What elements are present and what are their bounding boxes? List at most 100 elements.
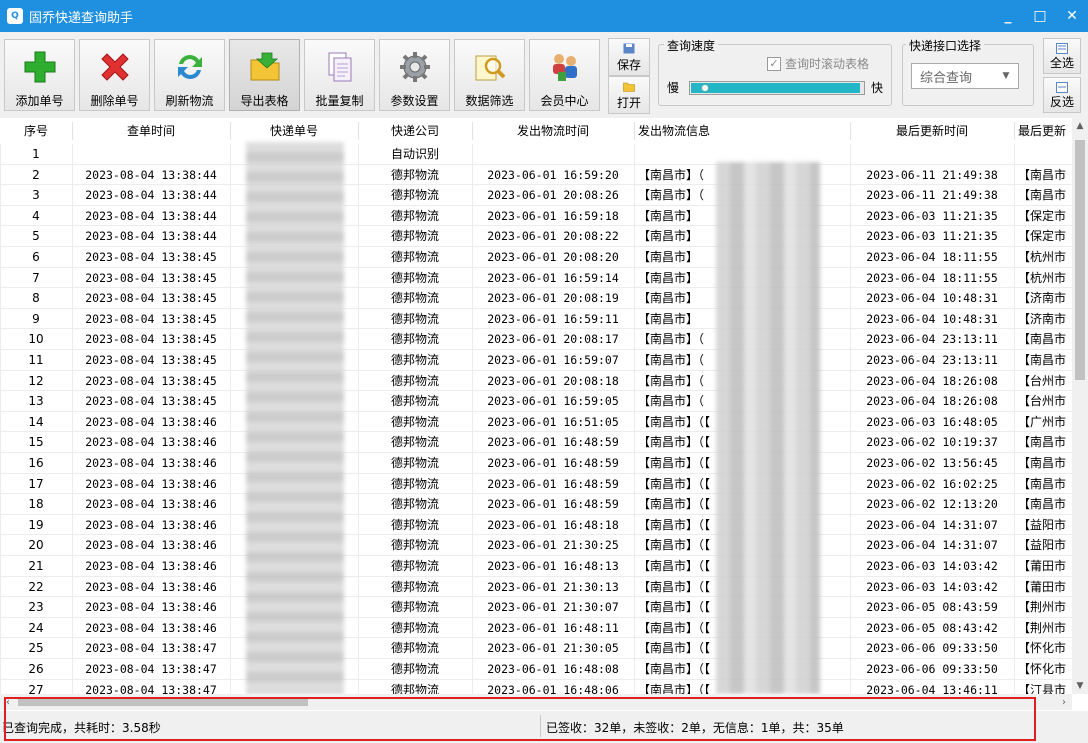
table-row[interactable]: 25 2023-08-04 13:38:47 德邦物流 2023-06-01 21:3…	[0, 638, 1072, 659]
speed-slider-thumb[interactable]	[701, 84, 709, 92]
table-row[interactable]: 13 2023-08-04 13:38:45 德邦物流 2023-06-01 16:5…	[0, 391, 1072, 412]
api-select-dropdown[interactable]: 综合查询 ▼	[911, 63, 1019, 89]
table-row[interactable]: 15 2023-08-04 13:38:46 德邦物流 2023-06-01 16:4…	[0, 432, 1072, 453]
table-row[interactable]: 20 2023-08-04 13:38:46 德邦物流 2023-06-01 21:3…	[0, 535, 1072, 556]
member-center-button[interactable]: 会员中心	[529, 39, 600, 111]
tracking-table: 序号 查单时间 快递单号 快递公司 发出物流时间 发出物流信息 最后更新时间 最…	[0, 118, 1072, 694]
update-info-cell: 【荆州市	[1018, 600, 1067, 615]
column-header-company[interactable]: 快递公司	[358, 118, 472, 144]
delete-x-icon	[97, 50, 133, 84]
table-row[interactable]: 18 2023-08-04 13:38:46 德邦物流 2023-06-01 16:4…	[0, 494, 1072, 515]
query-time-cell: 2023-08-04 13:38:45	[85, 311, 217, 326]
update-time-cell: 2023-06-03 14:03:42	[866, 579, 998, 594]
company-cell: 德邦物流	[390, 538, 439, 553]
query-time-cell: 2023-08-04 13:38:46	[85, 538, 217, 553]
company-cell: 德邦物流	[390, 456, 439, 470]
ship-time-cell: 2023-06-01 16:48:11	[487, 620, 619, 635]
table-row[interactable]: 2 2023-08-04 13:38:44 德邦物流 2023-06-01 16:59…	[0, 164, 1072, 186]
table-row[interactable]: 4 2023-08-04 13:38:44 德邦物流 2023-06-01 16:59…	[0, 205, 1072, 227]
table-row[interactable]: 11 2023-08-04 13:38:45 德邦物流 2023-06-01 16:5…	[0, 350, 1072, 371]
row-number: 16	[28, 456, 44, 470]
delete-tracking-label: 删除单号	[90, 94, 139, 108]
table-row[interactable]: 19 2023-08-04 13:38:46 德邦物流 2023-06-01 16:4…	[0, 514, 1072, 536]
column-header-no[interactable]: 序号	[0, 118, 72, 144]
refresh-logistics-button[interactable]: 刷新物流	[154, 39, 225, 111]
ship-time-cell: 2023-06-01 16:59:11	[487, 311, 619, 326]
update-time-cell: 2023-06-11 21:49:38	[866, 167, 998, 182]
chevron-down-icon: ▼	[1002, 71, 1010, 81]
batch-copy-button[interactable]: 批量复制	[304, 39, 375, 111]
column-header-tracking-no[interactable]: 快递单号	[230, 118, 358, 144]
query-time-cell: 2023-08-04 13:38:46	[85, 620, 217, 635]
column-header-ship-info[interactable]: 发出物流信息	[634, 118, 850, 144]
company-cell: 德邦物流	[390, 620, 439, 635]
table-row[interactable]: 7 2023-08-04 13:38:45 德邦物流 2023-06-01 16:59…	[0, 267, 1072, 289]
api-selected-value: 综合查询	[920, 70, 973, 86]
table-row[interactable]: 16 2023-08-04 13:38:46 德邦物流 2023-06-01 16:4…	[0, 453, 1072, 474]
table-row[interactable]: 6 2023-08-04 13:38:45 德邦物流 2023-06-01 20:08…	[0, 247, 1072, 268]
select-all-icon	[1056, 43, 1068, 54]
table-row[interactable]: 3 2023-08-04 13:38:44 德邦物流 2023-06-01 20:08…	[0, 185, 1072, 206]
table-row[interactable]: 26 2023-08-04 13:38:47 德邦物流 2023-06-01 16:4…	[0, 659, 1072, 680]
column-header-ship-time[interactable]: 发出物流时间	[472, 118, 634, 144]
data-filter-button[interactable]: 数据筛选	[454, 39, 525, 111]
minimize-button[interactable]: _	[992, 0, 1024, 32]
add-tracking-button[interactable]: 添加单号	[4, 39, 75, 111]
table-row[interactable]: 1 自动识别	[0, 144, 1072, 165]
column-header-query-time[interactable]: 查单时间	[72, 118, 230, 144]
table-header: 序号 查单时间 快递单号 快递公司 发出物流时间 发出物流信息 最后更新时间 最…	[0, 118, 1072, 144]
company-cell: 德邦物流	[390, 188, 439, 203]
update-info-cell: 【南昌市	[1018, 332, 1067, 347]
update-info-cell: 【台州市	[1018, 394, 1067, 409]
table-row[interactable]: 21 2023-08-04 13:38:46 德邦物流 2023-06-01 16:4…	[0, 556, 1072, 577]
query-speed-title: 查询速度	[664, 37, 719, 54]
settings-button[interactable]: 参数设置	[379, 39, 450, 111]
toolbar: 添加单号 删除单号 刷新物流 导出表格 批量复制 参数设置 数据筛选 会员中心 …	[0, 32, 1088, 118]
update-time-cell: 2023-06-04 10:48:31	[866, 291, 998, 306]
delete-tracking-button[interactable]: 删除单号	[79, 39, 150, 111]
select-all-button[interactable]: 全选	[1043, 38, 1081, 74]
row-number: 6	[32, 250, 40, 264]
maximize-button[interactable]: □	[1024, 0, 1056, 32]
table-row[interactable]: 17 2023-08-04 13:38:46 德邦物流 2023-06-01 16:4…	[0, 473, 1072, 495]
scroll-right-icon[interactable]: ›	[1056, 694, 1072, 710]
update-info-cell: 【南昌市	[1018, 456, 1067, 470]
invert-selection-label: 反选	[1049, 95, 1074, 109]
save-button[interactable]: 保存	[608, 38, 650, 76]
ship-time-cell: 2023-06-01 21:30:07	[487, 600, 619, 615]
table-row[interactable]: 27 2023-08-04 13:38:47 德邦物流 2023-06-01 16:4…	[0, 679, 1072, 694]
vertical-scroll-thumb[interactable]	[1075, 140, 1085, 380]
update-info-cell: 【台州市	[1018, 373, 1067, 388]
row-number: 17	[28, 476, 44, 491]
close-button[interactable]: ✕	[1056, 0, 1088, 32]
table-row[interactable]: 5 2023-08-04 13:38:44 德邦物流 2023-06-01 20:08…	[0, 226, 1072, 247]
export-table-button[interactable]: 导出表格	[229, 39, 300, 111]
column-header-update-info[interactable]: 最后更新	[1014, 118, 1072, 144]
table-row[interactable]: 12 2023-08-04 13:38:45 德邦物流 2023-06-01 20:0…	[0, 370, 1072, 392]
update-info-cell: 【杭州市	[1018, 270, 1067, 285]
ship-time-cell: 2023-06-01 21:30:13	[487, 579, 619, 594]
speed-slider[interactable]	[689, 81, 865, 95]
column-header-update-time[interactable]: 最后更新时间	[850, 118, 1014, 144]
query-time-cell: 2023-08-04 13:38:46	[85, 517, 217, 532]
table-row[interactable]: 8 2023-08-04 13:38:45 德邦物流 2023-06-01 20:08…	[0, 288, 1072, 309]
vertical-scrollbar[interactable]: ▲ ▼	[1072, 118, 1088, 694]
invert-selection-button[interactable]: 反选	[1043, 77, 1081, 113]
refresh-logistics-label: 刷新物流	[165, 94, 214, 108]
table-row[interactable]: 23 2023-08-04 13:38:46 德邦物流 2023-06-01 21:3…	[0, 597, 1072, 618]
table-row[interactable]: 14 2023-08-04 13:38:46 德邦物流 2023-06-01 16:5…	[0, 411, 1072, 433]
ship-time-cell: 2023-06-01 16:48:59	[487, 497, 619, 512]
scroll-table-checkbox[interactable]: ✓ 查询时滚动表格	[767, 55, 869, 72]
table-row[interactable]: 10 2023-08-04 13:38:45 德邦物流 2023-06-01 20:0…	[0, 329, 1072, 350]
company-cell: 德邦物流	[390, 291, 439, 306]
scroll-up-icon[interactable]: ▲	[1072, 118, 1088, 134]
update-info-cell: 【南昌市	[1018, 435, 1067, 450]
table-row[interactable]: 24 2023-08-04 13:38:46 德邦物流 2023-06-01 16:4…	[0, 617, 1072, 639]
table-row[interactable]: 22 2023-08-04 13:38:46 德邦物流 2023-06-01 21:3…	[0, 576, 1072, 598]
open-button[interactable]: 打开	[608, 76, 650, 114]
table-row[interactable]: 9 2023-08-04 13:38:45 德邦物流 2023-06-01 16:59…	[0, 308, 1072, 330]
update-time-cell: 2023-06-05 08:43:59	[866, 600, 998, 615]
scroll-down-icon[interactable]: ▼	[1072, 678, 1088, 694]
query-time-cell: 2023-08-04 13:38:44	[85, 188, 217, 203]
row-number: 2	[32, 167, 40, 182]
